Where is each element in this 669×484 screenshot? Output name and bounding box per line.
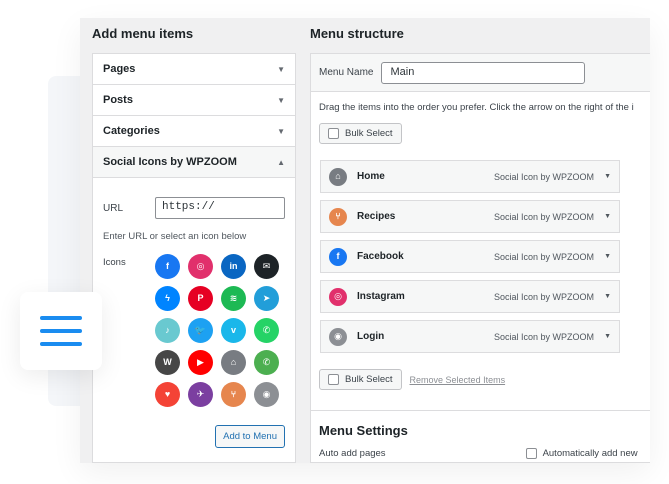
social-icons-body: URL https:// Enter URL or select an icon… xyxy=(93,178,295,448)
menu-name-label: Menu Name xyxy=(319,67,374,78)
menu-item[interactable]: f Facebook Social Icon by WPZOOM ▼ xyxy=(320,240,620,273)
bulk-select-bottom-button[interactable]: Bulk Select xyxy=(319,369,402,390)
caret-down-icon: ▼ xyxy=(277,126,285,136)
menu-item-title: Login xyxy=(357,331,385,342)
remove-selected-link[interactable]: Remove Selected Items xyxy=(410,375,506,385)
facebook-icon: f xyxy=(329,247,347,266)
divider xyxy=(311,410,650,411)
spotify-icon[interactable]: ≋ xyxy=(221,286,246,311)
plane-icon[interactable]: ✈ xyxy=(188,382,213,407)
caret-up-icon: ▲ xyxy=(277,157,285,167)
linkedin-icon[interactable]: in xyxy=(221,254,246,279)
youtube-icon[interactable]: ▶ xyxy=(188,350,213,375)
url-label: URL xyxy=(103,202,124,214)
caret-down-icon: ▼ xyxy=(277,64,285,74)
accordion-label: Posts xyxy=(103,94,133,106)
tiktok-icon[interactable]: ♪ xyxy=(155,318,180,343)
add-menu-items-panel: Pages ▼ Posts ▼ Categories ▼ Social Icon… xyxy=(92,53,296,463)
icons-label: Icons xyxy=(103,257,126,268)
menu-icon-line xyxy=(40,316,82,320)
menu-name-bar: Menu Name Main xyxy=(311,54,650,92)
wordpress-icon[interactable]: W xyxy=(155,350,180,375)
caret-down-icon[interactable]: ▼ xyxy=(604,293,611,300)
menu-items-list: ⌂ Home Social Icon by WPZOOM ▼ ⑂ Recipes Socia… xyxy=(320,160,620,353)
menu-name-input[interactable]: Main xyxy=(381,61,586,84)
vimeo-icon[interactable]: v xyxy=(221,318,246,343)
instagram-icon: ◎ xyxy=(329,287,347,306)
icons-row: Icons f ◎ in ✉ ϟ P ≋ ➤ ♪ 🐦 v ✆ W ▶ ⌂ ✆ ♥ ✈ ⑂ ◉ xyxy=(103,254,285,407)
twitter-icon[interactable]: 🐦 xyxy=(188,318,213,343)
instagram-icon[interactable]: ◎ xyxy=(188,254,213,279)
home-icon[interactable]: ⌂ xyxy=(221,350,246,375)
phone-icon[interactable]: ✆ xyxy=(254,350,279,375)
url-row: URL https:// xyxy=(103,197,285,219)
add-to-menu-button[interactable]: Add to Menu xyxy=(215,425,285,448)
bulk-select-checkbox[interactable] xyxy=(328,374,339,385)
menu-instructions: Drag the items into the order you prefer… xyxy=(319,102,634,113)
menu-structure-panel: Menu Name Main Drag the items into the o… xyxy=(310,53,650,463)
menu-icon-line xyxy=(40,329,82,333)
accordion-social-icons[interactable]: Social Icons by WPZOOM ▲ xyxy=(93,147,295,178)
menu-icon xyxy=(20,292,102,370)
bulk-select-label: Bulk Select xyxy=(345,128,393,139)
home-icon: ⌂ xyxy=(329,167,347,186)
email-icon[interactable]: ✉ xyxy=(254,254,279,279)
menu-item[interactable]: ⑂ Recipes Social Icon by WPZOOM ▼ xyxy=(320,200,620,233)
accordion-label: Social Icons by WPZOOM xyxy=(103,156,237,168)
whatsapp-icon[interactable]: ✆ xyxy=(254,318,279,343)
bulk-select-label: Bulk Select xyxy=(345,374,393,385)
user-icon[interactable]: ◉ xyxy=(254,382,279,407)
menu-structure-title: Menu structure xyxy=(310,26,404,41)
telegram-icon[interactable]: ➤ xyxy=(254,286,279,311)
menu-item-type: Social Icon by WPZOOM xyxy=(494,251,595,262)
caret-down-icon[interactable]: ▼ xyxy=(604,333,611,340)
auto-add-label: Auto add pages xyxy=(319,448,386,459)
menu-item-title: Home xyxy=(357,171,385,182)
accordion-categories[interactable]: Categories ▼ xyxy=(93,116,295,147)
accordion-label: Categories xyxy=(103,125,160,137)
menus-screen: Add menu items Menu structure Pages ▼ Po… xyxy=(80,18,650,463)
url-input[interactable]: https:// xyxy=(155,197,285,219)
bulk-select-checkbox[interactable] xyxy=(328,128,339,139)
url-hint: Enter URL or select an icon below xyxy=(103,231,247,242)
menu-icon-line xyxy=(40,342,82,346)
menu-item[interactable]: ◎ Instagram Social Icon by WPZOOM ▼ xyxy=(320,280,620,313)
heart-icon[interactable]: ♥ xyxy=(155,382,180,407)
menu-item-type: Social Icon by WPZOOM xyxy=(494,211,595,222)
caret-down-icon[interactable]: ▼ xyxy=(604,253,611,260)
messenger-icon[interactable]: ϟ xyxy=(155,286,180,311)
bulk-select-button[interactable]: Bulk Select xyxy=(319,123,402,144)
menu-item[interactable]: ⌂ Home Social Icon by WPZOOM ▼ xyxy=(320,160,620,193)
auto-add-option: Automatically add new xyxy=(542,448,638,459)
caret-down-icon[interactable]: ▼ xyxy=(604,173,611,180)
menu-settings-title: Menu Settings xyxy=(319,423,408,438)
menu-item[interactable]: ◉ Login Social Icon by WPZOOM ▼ xyxy=(320,320,620,353)
menu-item-title: Facebook xyxy=(357,251,404,262)
menu-item-type: Social Icon by WPZOOM xyxy=(494,331,595,342)
menu-item-type: Social Icon by WPZOOM xyxy=(494,291,595,302)
accordion-posts[interactable]: Posts ▼ xyxy=(93,85,295,116)
user-icon: ◉ xyxy=(329,327,347,346)
menu-item-type: Social Icon by WPZOOM xyxy=(494,171,595,182)
add-menu-items-title: Add menu items xyxy=(92,26,194,41)
auto-add-checkbox[interactable] xyxy=(525,448,537,459)
facebook-icon[interactable]: f xyxy=(155,254,180,279)
menu-item-title: Recipes xyxy=(357,211,396,222)
restaurant-icon[interactable]: ⑂ xyxy=(221,382,246,407)
restaurant-icon: ⑂ xyxy=(329,207,347,226)
caret-down-icon: ▼ xyxy=(277,95,285,105)
auto-add-row: Auto add pages Automatically add new xyxy=(319,448,650,459)
accordion-pages[interactable]: Pages ▼ xyxy=(93,54,295,85)
accordion-label: Pages xyxy=(103,63,136,75)
pinterest-icon[interactable]: P xyxy=(188,286,213,311)
caret-down-icon[interactable]: ▼ xyxy=(604,213,611,220)
icon-picker-grid: f ◎ in ✉ ϟ P ≋ ➤ ♪ 🐦 v ✆ W ▶ ⌂ ✆ ♥ ✈ ⑂ ◉ xyxy=(155,254,279,407)
menu-item-title: Instagram xyxy=(357,291,405,302)
bulk-actions: Bulk Select Remove Selected Items xyxy=(319,369,650,390)
